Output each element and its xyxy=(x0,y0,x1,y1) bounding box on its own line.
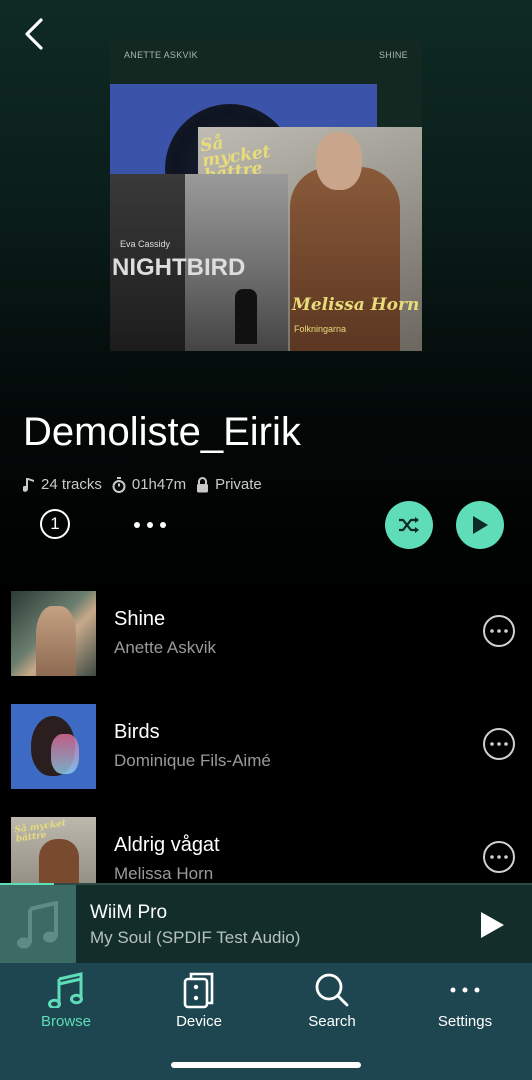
now-playing-device: WiiM Pro xyxy=(90,902,168,923)
duration: 01h47m xyxy=(112,476,186,493)
more-icon xyxy=(490,742,508,746)
tab-browse[interactable]: Browse xyxy=(11,969,121,1039)
play-icon xyxy=(473,516,488,534)
tab-label: Search xyxy=(308,1013,356,1030)
home-indicator xyxy=(171,1062,361,1068)
more-icon xyxy=(450,987,480,993)
shuffle-icon xyxy=(399,517,419,533)
cover-night-artist: Eva Cassidy xyxy=(120,239,171,249)
privacy: Private xyxy=(196,476,262,493)
playlist-cover-collage: ANETTE ASKVIK SHINE Så mycket bättre Mel… xyxy=(110,39,422,351)
track-artist: Anette Askvik xyxy=(114,638,217,657)
tab-device[interactable]: Device xyxy=(144,969,254,1039)
speaker-icon xyxy=(183,972,214,1009)
track-name: Shine xyxy=(114,608,166,630)
track-row[interactable]: Birds Dominique Fils-Aimé xyxy=(0,704,532,794)
track-artist: Melissa Horn xyxy=(114,864,214,883)
track-more-button[interactable] xyxy=(483,615,515,647)
tab-search[interactable]: Search xyxy=(277,969,387,1039)
tracks-count: 24 tracks xyxy=(23,476,102,493)
back-button[interactable] xyxy=(14,14,54,54)
now-playing-song: My Soul (SPDIF Test Audio) xyxy=(90,928,301,947)
shuffle-button[interactable] xyxy=(385,501,433,549)
track-name: Birds xyxy=(114,721,160,743)
mini-play-button[interactable] xyxy=(474,907,510,943)
play-icon xyxy=(481,912,504,938)
music-note-icon xyxy=(48,972,83,1008)
search-icon xyxy=(315,973,349,1007)
tab-label: Device xyxy=(176,1013,222,1030)
tab-label: Settings xyxy=(437,1013,493,1030)
track-artwork: Så mycket bättre xyxy=(11,817,96,883)
now-playing-bar[interactable]: WiiM Pro My Soul (SPDIF Test Audio) xyxy=(0,883,532,965)
collage-album-label: SHINE xyxy=(378,50,408,60)
music-note-icon xyxy=(23,477,34,492)
music-note-icon xyxy=(17,901,58,949)
tab-settings[interactable]: Settings xyxy=(410,969,520,1039)
track-more-button[interactable] xyxy=(483,728,515,760)
cover-tile-nightbird: Eva Cassidy NIGHTBIRD xyxy=(110,174,288,351)
track-more-button[interactable] xyxy=(483,841,515,873)
more-icon xyxy=(134,522,166,528)
track-artwork xyxy=(11,704,96,789)
cover-melissa-artist: Melissa Horn xyxy=(292,295,420,315)
playlist-title: Demoliste_Eirik xyxy=(23,410,301,454)
timer-icon xyxy=(112,476,126,493)
cover-melissa-sub: Folkningarna xyxy=(294,324,347,334)
queue-count-button[interactable]: 1 xyxy=(40,509,70,539)
track-artist: Dominique Fils-Aimé xyxy=(114,751,271,770)
cover-night-title: NIGHTBIRD xyxy=(112,254,246,281)
tab-label: Browse xyxy=(40,1013,92,1030)
chevron-left-icon xyxy=(25,18,43,50)
track-name: Aldrig vågat xyxy=(114,834,220,856)
playlist-more-button[interactable] xyxy=(130,510,170,540)
collage-artist-label: ANETTE ASKVIK xyxy=(124,50,198,60)
lock-icon xyxy=(197,476,209,492)
track-artwork xyxy=(11,591,96,676)
more-icon xyxy=(490,855,508,859)
track-row[interactable]: Så mycket bättre Aldrig vågat Melissa Ho… xyxy=(0,817,532,883)
play-all-button[interactable] xyxy=(456,501,504,549)
more-icon xyxy=(490,629,508,633)
playlist-meta: 24 tracks 01h47m Private xyxy=(23,476,272,493)
track-row[interactable]: Shine Anette Askvik xyxy=(0,591,532,681)
now-playing-artwork xyxy=(0,885,76,965)
